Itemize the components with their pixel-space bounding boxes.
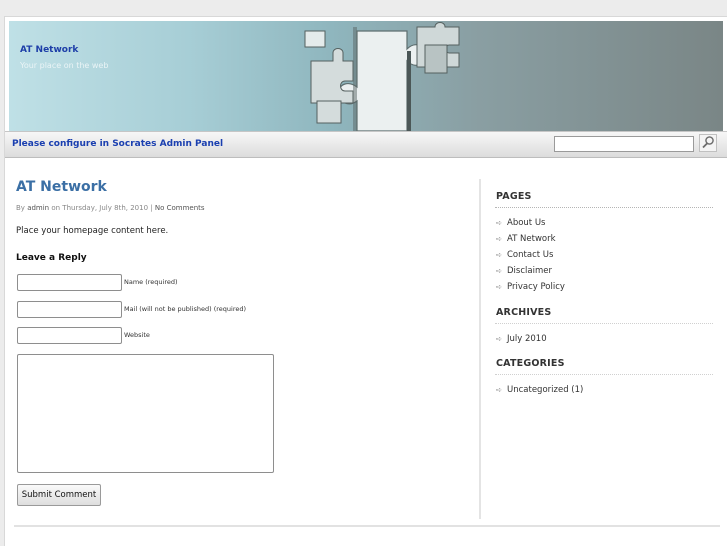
sidebar-item-disclaimer[interactable]: ➪ Disclaimer (496, 266, 552, 276)
column-divider (479, 179, 481, 519)
post-title[interactable]: AT Network (16, 179, 107, 195)
arrow-bullet-icon: ➪ (496, 283, 502, 291)
search-icon (702, 136, 714, 149)
archives-rule (495, 323, 713, 324)
sidebar-item-uncategorized[interactable]: ➪ Uncategorized (1) (496, 385, 583, 395)
pages-rule (495, 207, 713, 208)
sidebar-item-contact-us[interactable]: ➪ Contact Us (496, 250, 553, 260)
nav-bar: Please configure in Socrates Admin Panel (5, 131, 727, 158)
arrow-bullet-icon: ➪ (496, 335, 502, 343)
pages-heading: PAGES (496, 191, 532, 202)
mail-field[interactable] (17, 301, 122, 318)
meta-author-link[interactable]: admin (27, 204, 49, 212)
comment-textarea[interactable] (17, 354, 274, 473)
meta-date: on Thursday, July 8th, 2010 | (51, 204, 153, 212)
site-tagline: Your place on the web (20, 61, 109, 70)
website-field[interactable] (17, 327, 122, 344)
search-button[interactable] (699, 134, 717, 152)
page-frame: AT Network Your place on the web Please … (4, 16, 727, 546)
sidebar-item-about-us[interactable]: ➪ About Us (496, 218, 545, 228)
sidebar-item-label: Uncategorized (1) (507, 385, 584, 395)
sidebar-item-at-network[interactable]: ➪ AT Network (496, 234, 556, 244)
submit-comment-button[interactable]: Submit Comment (17, 484, 101, 506)
arrow-bullet-icon: ➪ (496, 267, 502, 275)
puzzle-graphic-icon (304, 22, 460, 131)
meta-by: By (16, 204, 25, 212)
archives-heading: ARCHIVES (496, 307, 552, 318)
mail-label: Mail (will not be published) (required) (124, 305, 247, 313)
sidebar-item-label: Privacy Policy (507, 282, 565, 292)
reply-heading: Leave a Reply (16, 253, 87, 263)
categories-rule (495, 374, 713, 375)
arrow-bullet-icon: ➪ (496, 386, 502, 394)
meta-comments-link[interactable]: No Comments (155, 204, 205, 212)
sidebar-item-label: July 2010 (507, 334, 547, 344)
arrow-bullet-icon: ➪ (496, 251, 502, 259)
footer-divider (14, 525, 720, 527)
arrow-bullet-icon: ➪ (496, 219, 502, 227)
post-body: Place your homepage content here. (16, 226, 169, 236)
sidebar-item-label: About Us (507, 218, 546, 228)
search-input[interactable] (554, 136, 694, 152)
sidebar-item-label: Disclaimer (507, 266, 552, 276)
sidebar-item-label: Contact Us (507, 250, 554, 260)
site-title[interactable]: AT Network (20, 45, 78, 55)
sidebar-item-privacy-policy[interactable]: ➪ Privacy Policy (496, 282, 565, 292)
website-label: Website (124, 331, 150, 339)
name-label: Name (required) (124, 278, 178, 286)
header-banner: AT Network Your place on the web (9, 21, 723, 131)
arrow-bullet-icon: ➪ (496, 235, 502, 243)
sidebar-item-july-2010[interactable]: ➪ July 2010 (496, 334, 547, 344)
admin-config-link[interactable]: Please configure in Socrates Admin Panel (12, 139, 223, 149)
post-meta: By admin on Thursday, July 8th, 2010 | N… (16, 204, 205, 212)
sidebar-item-label: AT Network (507, 234, 556, 244)
name-field[interactable] (17, 274, 122, 291)
categories-heading: CATEGORIES (496, 358, 565, 369)
